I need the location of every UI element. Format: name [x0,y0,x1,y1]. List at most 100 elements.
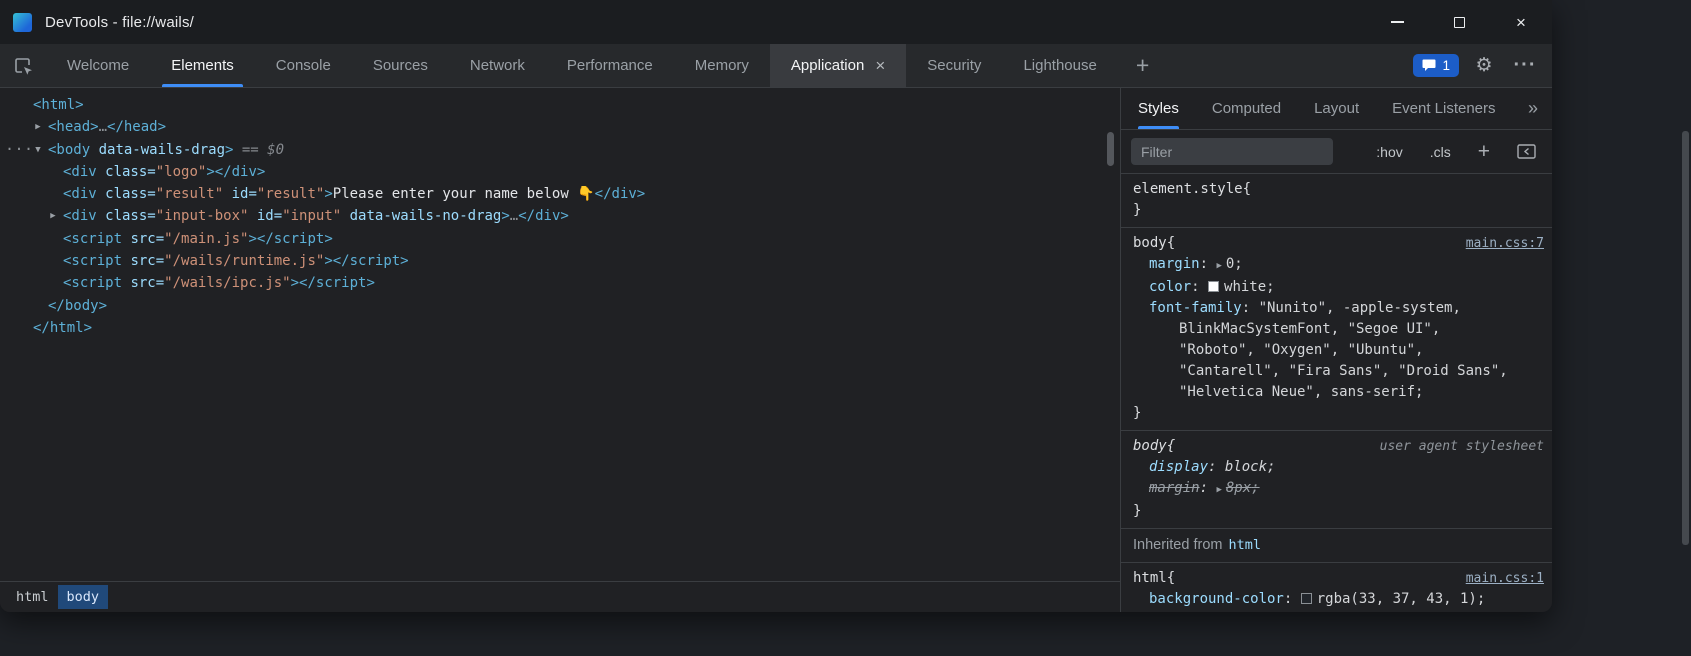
more-tabs-chevron-icon[interactable]: » [1528,98,1538,119]
tab-security[interactable]: Security [906,44,1002,87]
css-semicolon: ; [1477,591,1485,607]
css-open-brace: { [1167,568,1175,589]
css-property-name: font-family [1149,300,1242,316]
styles-tab-computed[interactable]: Computed [1212,88,1281,129]
dom-tree-node[interactable]: </body> [0,295,1120,317]
devtools-main: <html>▶<head>…</head>···▼<body data-wail… [0,88,1552,612]
tab-application[interactable]: Application × [770,44,906,87]
minimize-button[interactable] [1366,0,1428,44]
code-token-tag: <script [63,275,122,291]
expand-shorthand-icon[interactable]: ▶ [1216,485,1221,495]
dom-tree-node[interactable]: <script src="/wails/runtime.js"></script… [0,250,1120,272]
more-options-button[interactable]: ··· [1509,50,1541,82]
css-selector[interactable]: body [1133,233,1167,254]
stylesheet-source-link[interactable]: main.css:1 [1456,568,1544,589]
dom-tree-node[interactable]: <div class="result" id="result">Please e… [0,183,1120,205]
code-token-punc: = [147,164,155,180]
styles-tab-styles[interactable]: Styles [1138,88,1179,129]
css-colon: : [1208,459,1225,475]
tab-label: Application [791,57,864,74]
css-selector[interactable]: body [1133,436,1167,457]
more-tools-button[interactable]: + [1118,44,1167,87]
css-selector-line: body {main.css:7 [1133,233,1544,254]
pseudo-state-toggle[interactable]: :hov [1376,144,1402,160]
css-close-brace: } [1133,610,1544,612]
code-token-tag: <div [63,186,97,202]
breadcrumb-item-body[interactable]: body [58,585,109,609]
new-style-rule-button[interactable]: + [1478,140,1490,164]
panel-tabs: WelcomeElementsConsoleSourcesNetworkPerf… [46,44,1118,87]
tab-console[interactable]: Console [255,44,352,87]
styles-tab-layout[interactable]: Layout [1314,88,1359,129]
inspect-icon [13,56,33,76]
css-property-name: color [1149,279,1191,295]
css-declaration[interactable]: margin: ▶0; [1133,254,1521,277]
color-swatch[interactable] [1208,281,1219,292]
devtools-toolbar: WelcomeElementsConsoleSourcesNetworkPerf… [0,44,1552,88]
node-options-icon[interactable]: ··· [5,138,34,160]
code-token-tag: <script [63,231,122,247]
code-token-emoji: 👇 [577,186,594,202]
code-token-meta: … [510,208,518,224]
code-token-tag: > [324,186,332,202]
toggle-sidebar-icon[interactable] [1517,144,1536,159]
dom-tree-node[interactable]: <div class="logo"></div> [0,161,1120,183]
maximize-button[interactable] [1428,0,1490,44]
dom-tree-node[interactable]: ▶<head>…</head> [0,116,1120,138]
css-declaration[interactable]: font-family: "Nunito", -apple-system, Bl… [1133,298,1521,403]
code-token-punc: = [147,208,155,224]
tab-sources[interactable]: Sources [352,44,449,87]
settings-button[interactable]: ⚙ [1468,50,1500,82]
tab-lighthouse[interactable]: Lighthouse [1002,44,1117,87]
stylesheet-source-link[interactable]: main.css:7 [1456,233,1544,254]
expand-shorthand-icon[interactable]: ▶ [1216,261,1221,271]
inherited-element-link[interactable]: html [1228,537,1261,553]
code-token-attr: class [97,186,148,202]
styles-rules-list: element.style {}body {main.css:7margin: … [1121,174,1552,612]
styles-tab-event-listeners[interactable]: Event Listeners [1392,88,1495,129]
code-token-val: "input-box" [156,208,249,224]
css-declaration[interactable]: color: white; [1133,277,1521,298]
css-declaration[interactable]: background-color: rgba(33, 37, 43, 1); [1133,589,1521,610]
color-swatch[interactable] [1301,593,1312,604]
collapse-node-icon[interactable]: ▼ [31,139,45,161]
code-token-attr: id [248,208,273,224]
breadcrumb-item-html[interactable]: html [7,585,58,609]
issues-bubble-icon [1422,59,1436,72]
tab-elements[interactable]: Elements [150,44,255,87]
inspect-element-button[interactable] [0,44,46,87]
css-selector[interactable]: element.style [1133,179,1243,200]
close-tab-icon[interactable]: × [875,56,885,76]
css-property-name: background-color [1149,591,1284,607]
dom-tree-node[interactable]: </html> [0,317,1120,339]
dom-tree-node[interactable]: <script src="/wails/ipc.js"></script> [0,272,1120,294]
tab-welcome[interactable]: Welcome [46,44,150,87]
dom-tree-node[interactable]: ···▼<body data-wails-drag> == $0 [0,139,1120,161]
close-button[interactable]: × [1490,0,1552,44]
code-token-punc: = [156,275,164,291]
issues-badge[interactable]: 1 [1413,54,1459,77]
css-property-name: margin [1149,480,1200,496]
dom-tree-node[interactable]: <script src="/main.js"></script> [0,228,1120,250]
css-declaration[interactable]: display: block; [1133,457,1521,478]
styles-filter-input[interactable] [1131,138,1333,165]
tab-performance[interactable]: Performance [546,44,674,87]
elements-panel: <html>▶<head>…</head>···▼<body data-wail… [0,88,1120,612]
code-token-tag: <div [63,208,97,224]
devtools-window: DevTools - file://wails/ × WelcomeElemen… [0,0,1552,612]
css-colon: : [1200,480,1217,496]
dom-tree-node[interactable]: ▶<div class="input-box" id="input" data-… [0,205,1120,227]
tab-memory[interactable]: Memory [674,44,770,87]
tab-network[interactable]: Network [449,44,546,87]
expand-node-icon[interactable]: ▶ [31,116,45,138]
expand-node-icon[interactable]: ▶ [46,205,60,227]
css-declaration[interactable]: margin: ▶8px; [1133,478,1521,501]
element-class-toggle[interactable]: .cls [1430,144,1451,160]
code-token-punc: = [156,253,164,269]
css-selector[interactable]: html [1133,568,1167,589]
css-colon: : [1191,279,1208,295]
elements-scrollbar[interactable] [1107,132,1114,166]
dom-tree-node[interactable]: <html> [0,94,1120,116]
code-token-sel: == $0 [233,142,284,158]
window-titlebar[interactable]: DevTools - file://wails/ × [0,0,1552,44]
